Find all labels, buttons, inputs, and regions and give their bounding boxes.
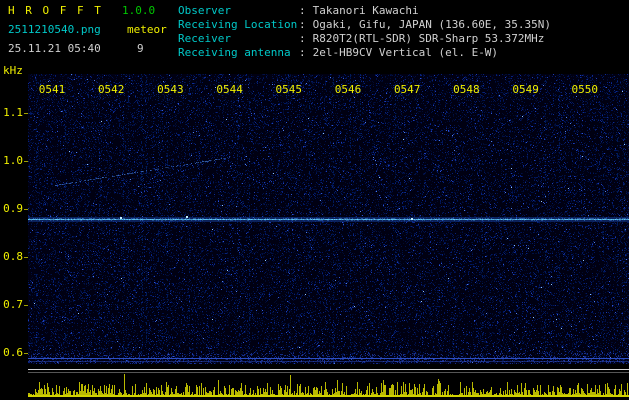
y-tick-label: 0.6 [3,346,23,359]
y-tick-label: 1.1 [3,106,23,119]
info-value: Takanori Kawachi [312,4,419,17]
info-label: Receiving antenna [178,46,291,59]
info-label: Receiving Location [178,18,298,31]
app-version: 1.0.0 [122,4,156,17]
hrofft-app-window: H R O F F T 1.0.0 2511210540.png meteor … [0,0,629,400]
meteor-count: 9 [137,42,144,55]
info-colon: : [299,4,306,17]
info-value: 2el-HB9CV Vertical (el. E-W) [312,46,499,59]
x-tick-label: 0548 [453,83,480,96]
y-tick-mark [24,113,28,114]
x-tick-label: 0545 [275,83,303,96]
y-tick-label: 0.9 [3,202,23,215]
info-row-location: Receiving Location: Ogaki, Gifu, JAPAN (1… [178,18,551,31]
x-tick-label: 0544 [216,83,243,96]
x-tick-label: 0546 [334,83,362,96]
y-axis: 1.1 1.0 0.9 0.8 0.7 0.6 [0,0,28,400]
spectrogram-canvas [28,74,629,364]
info-label: Observer [178,4,231,17]
info-row-observer: Observer: Takanori Kawachi [178,4,419,17]
info-row-receiver: Receiver: R820T2(RTL-SDR) SDR-Sharp 53.37… [178,32,544,45]
info-label: Receiver [178,32,231,45]
y-tick-mark [24,305,28,306]
y-tick-mark [24,257,28,258]
y-tick-label: 1.0 [3,154,23,167]
x-tick-label: 0543 [157,83,184,96]
y-tick-mark [24,353,28,354]
mode-label: meteor [127,23,167,36]
y-tick-mark [24,161,28,162]
x-tick-label: 0549 [512,83,539,96]
x-tick-label: 0542 [97,83,125,96]
signal-level-canvas [28,366,629,400]
x-tick-label: 0541 [38,83,66,96]
x-tick-label: 0547 [393,83,421,96]
info-value: Ogaki, Gifu, JAPAN (136.60E, 35.35N) [312,18,552,31]
y-tick-label: 0.8 [3,250,23,263]
x-tick-label: 0550 [571,83,599,96]
y-tick-label: 0.7 [3,298,23,311]
info-colon: : [299,18,306,31]
info-value: R820T2(RTL-SDR) SDR-Sharp 53.372MHz [312,32,545,45]
x-axis: 0541 0542 0543 0544 0545 0546 0547 0548 0549 0550 [0,83,629,96]
y-tick-mark [24,209,28,210]
info-row-antenna: Receiving antenna:2el-HB9CV Vertical (el… [178,46,498,59]
info-colon: : [299,46,306,59]
info-colon: : [299,32,306,45]
